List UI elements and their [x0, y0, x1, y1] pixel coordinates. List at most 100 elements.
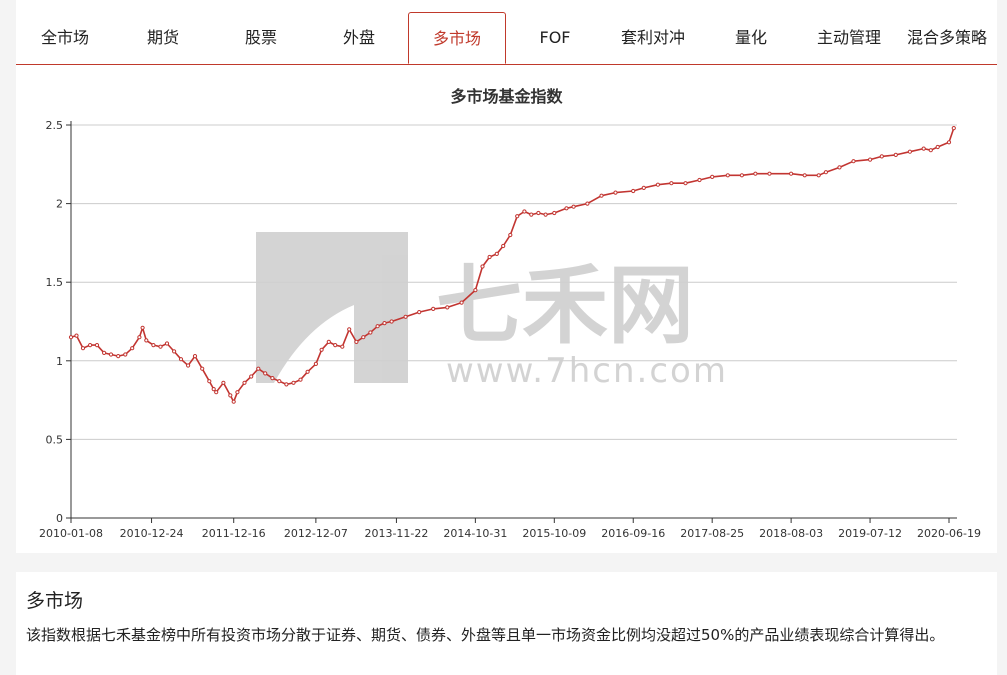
data-point [494, 251, 499, 256]
data-point [256, 366, 261, 371]
data-point [641, 185, 646, 191]
x-tick-label: 2010-12-24 [120, 527, 184, 540]
tab-mixed-strategy[interactable]: 混合多策略 [898, 12, 996, 63]
data-point [508, 232, 513, 238]
data-point [214, 390, 219, 395]
x-tick-label: 2013-11-22 [364, 527, 428, 540]
data-point [571, 204, 576, 209]
data-point [319, 347, 324, 352]
data-point [522, 209, 527, 214]
data-point [102, 350, 107, 355]
data-point [725, 173, 730, 178]
x-tick-label: 2017-08-25 [680, 527, 744, 540]
data-point [543, 212, 548, 217]
data-point [130, 346, 135, 351]
data-point [140, 325, 145, 330]
x-tick-label: 2011-12-16 [202, 527, 266, 540]
y-tick-label: 1 [56, 355, 63, 368]
index-line-chart: 七禾网 www.7hcn.com 0 0.5 1 1.5 2 2.5 2010-01-08 2… [39, 119, 981, 540]
data-point [515, 214, 520, 219]
data-point [144, 338, 149, 343]
y-tick-label: 1.5 [46, 276, 64, 289]
data-point [868, 157, 873, 162]
data-point [951, 126, 956, 131]
tab-stocks[interactable]: 股票 [212, 12, 310, 63]
data-point [368, 330, 373, 335]
data-point [893, 152, 898, 158]
data-point [108, 352, 114, 357]
data-point [291, 380, 296, 385]
market-tab-bar: 全市场 期货 股票 外盘 多市场 FOF 套利对冲 量化 主动管理 混合多策略 [16, 0, 997, 65]
tab-quant[interactable]: 量化 [702, 12, 800, 63]
description-title: 多市场 [26, 590, 84, 612]
data-point [277, 379, 282, 384]
data-point [354, 339, 359, 344]
y-tick-label: 2.5 [46, 119, 64, 132]
data-point [361, 335, 366, 340]
data-point [501, 243, 506, 249]
data-point [837, 165, 842, 170]
data-point [431, 306, 436, 311]
data-point [158, 344, 163, 349]
data-point [585, 201, 590, 206]
data-point [284, 382, 289, 387]
data-point [211, 387, 216, 392]
x-tick-label: 2014-10-31 [443, 527, 507, 540]
data-point [767, 171, 772, 176]
data-point [417, 310, 422, 315]
data-point [249, 374, 254, 379]
data-point [305, 369, 310, 374]
tab-overseas[interactable]: 外盘 [310, 12, 408, 63]
data-point [123, 352, 128, 357]
data-point [94, 343, 100, 348]
data-point [823, 170, 829, 175]
data-point [816, 173, 821, 178]
data-point [480, 264, 485, 269]
tab-all-market[interactable]: 全市场 [16, 12, 114, 63]
data-point [270, 376, 275, 381]
watermark-url: www.7hcn.com [446, 351, 728, 391]
data-point [116, 354, 121, 359]
data-point [631, 188, 636, 194]
data-point [564, 206, 569, 211]
data-point [231, 399, 236, 404]
x-tick-label: 2012-12-07 [284, 527, 348, 540]
tab-multi-market[interactable]: 多市场 [408, 12, 506, 64]
x-tick-label: 2010-01-08 [39, 527, 103, 540]
data-point [802, 173, 807, 178]
data-point [921, 146, 926, 151]
data-point [333, 343, 338, 348]
x-tick-label: 2018-08-03 [759, 527, 823, 540]
data-point [186, 363, 191, 368]
tab-arbitrage-hedge[interactable]: 套利对冲 [604, 12, 702, 63]
data-point [192, 354, 198, 359]
data-point [313, 361, 318, 366]
tab-futures[interactable]: 期货 [114, 12, 212, 63]
x-tick-label: 2016-09-16 [601, 527, 665, 540]
data-point [459, 300, 464, 305]
data-point [851, 159, 856, 164]
tab-active-management[interactable]: 主动管理 [800, 12, 898, 63]
data-point [552, 210, 557, 216]
data-point [946, 140, 952, 145]
data-point [68, 335, 74, 340]
data-point [221, 380, 226, 385]
data-point [347, 327, 352, 332]
data-point [137, 335, 142, 340]
data-point [207, 379, 212, 384]
data-point [164, 341, 170, 346]
data-point [298, 377, 303, 382]
tab-fof[interactable]: FOF [506, 12, 604, 63]
x-tick-label: 2015-10-09 [522, 527, 586, 540]
y-tick-label: 0.5 [46, 433, 64, 446]
data-point [789, 171, 794, 176]
watermark-brand: 七禾网 [436, 256, 694, 356]
data-point [907, 149, 913, 154]
data-point [536, 210, 541, 216]
data-point [178, 357, 184, 362]
data-point [710, 174, 715, 180]
data-point [879, 154, 884, 159]
data-point [753, 171, 758, 176]
data-point [613, 190, 618, 195]
x-tick-label: 2020-06-19 [917, 527, 981, 540]
